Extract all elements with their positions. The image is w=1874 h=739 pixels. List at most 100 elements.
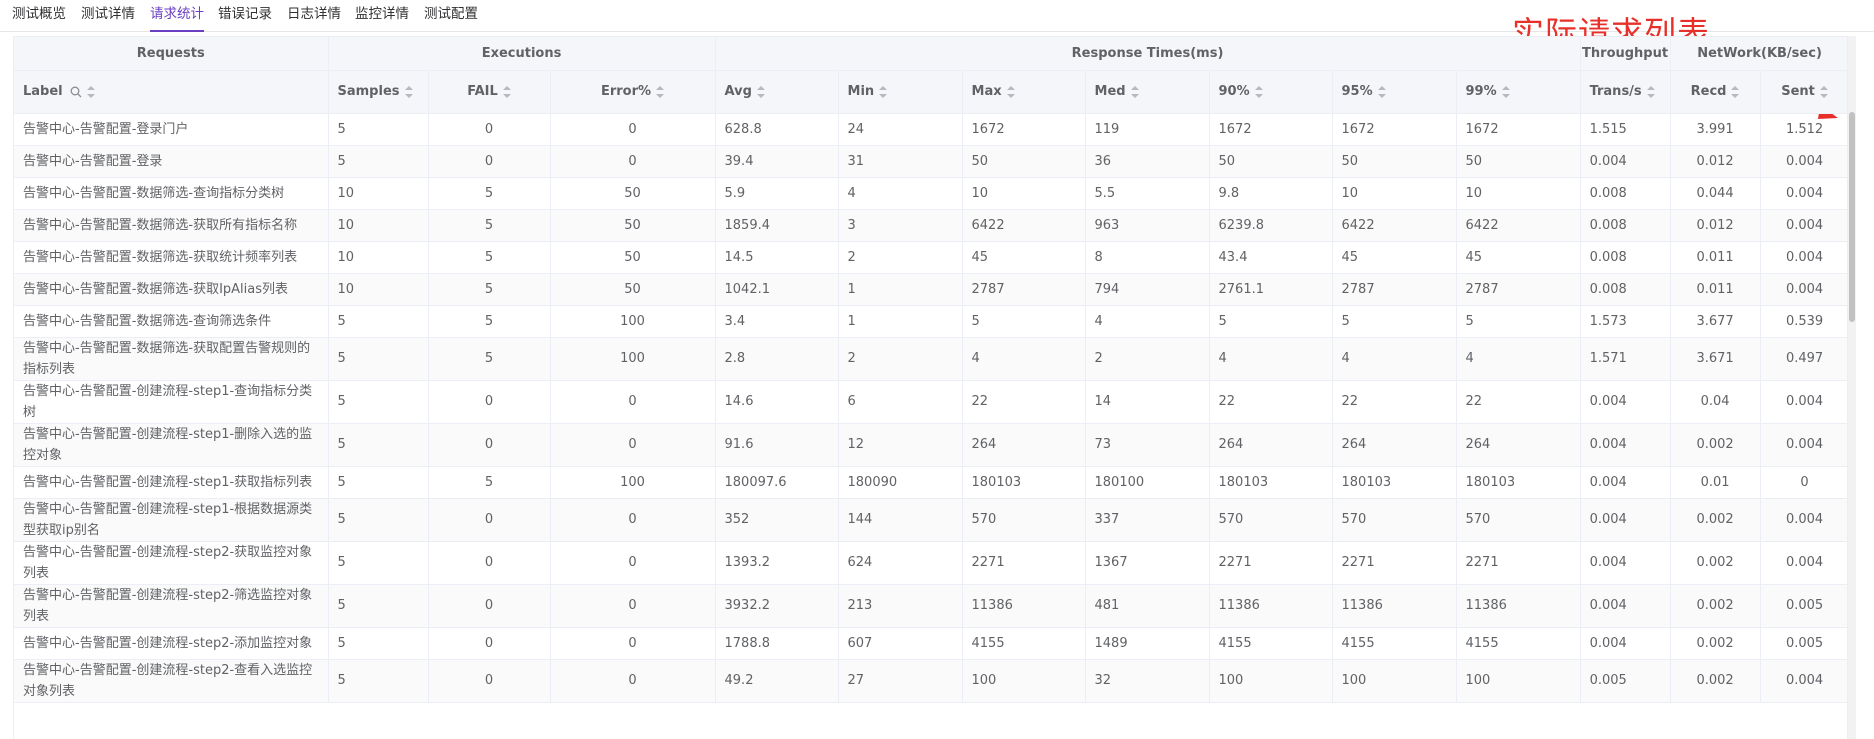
search-icon[interactable] bbox=[70, 86, 82, 98]
cell-med: 8 bbox=[1085, 241, 1210, 274]
table-row[interactable]: 告警中心-告警配置-创建流程-step2-查看入选监控对象列表 5 0 0 49.2 27… bbox=[14, 659, 1847, 703]
cell-p95: 45 bbox=[1332, 241, 1457, 274]
cell-max: 10 bbox=[962, 177, 1086, 210]
column-header-avg[interactable]: Avg bbox=[715, 70, 839, 114]
tab-error-records[interactable]: 错误记录 bbox=[218, 0, 272, 31]
sort-icon[interactable] bbox=[1819, 85, 1828, 98]
tab-monitor-details[interactable]: 监控详情 bbox=[355, 0, 409, 31]
cell-label: 告警中心-告警配置-创建流程-step1-查询指标分类树 bbox=[14, 380, 329, 424]
cell-error: 0 bbox=[550, 145, 716, 178]
table-row[interactable]: 告警中心-告警配置-创建流程-step2-获取监控对象列表 5 0 0 1393.2 62… bbox=[14, 541, 1847, 585]
cell-p99: 6422 bbox=[1456, 209, 1581, 242]
cell-p95: 4155 bbox=[1332, 627, 1457, 660]
vertical-scrollbar[interactable] bbox=[1848, 36, 1856, 739]
column-header-samples[interactable]: Samples bbox=[328, 70, 429, 114]
cell-med: 180100 bbox=[1085, 466, 1210, 499]
tab-test-overview[interactable]: 测试概览 bbox=[12, 0, 66, 31]
cell-recd: 0.01 bbox=[1670, 466, 1761, 499]
sort-icon[interactable] bbox=[1006, 85, 1015, 98]
table-row[interactable]: 告警中心-告警配置-数据筛选-获取IpAlias列表 10 5 50 1042.1 1 27… bbox=[14, 273, 1847, 306]
tab-test-config[interactable]: 测试配置 bbox=[424, 0, 478, 31]
group-header-requests: Requests bbox=[14, 37, 329, 71]
cell-trans: 0.005 bbox=[1580, 659, 1671, 703]
sort-icon[interactable] bbox=[1377, 85, 1386, 98]
cell-recd: 0.012 bbox=[1670, 209, 1761, 242]
cell-min: 27 bbox=[838, 659, 963, 703]
cell-avg: 352 bbox=[715, 498, 839, 542]
sort-icon[interactable] bbox=[502, 85, 511, 98]
cell-label: 告警中心-告警配置-创建流程-step2-查看入选监控对象列表 bbox=[14, 659, 329, 703]
cell-max: 570 bbox=[962, 498, 1086, 542]
column-header-med[interactable]: Med bbox=[1085, 70, 1210, 114]
table-row[interactable]: 告警中心-告警配置-数据筛选-查询筛选条件 5 5 100 3.4 1 5 4 5 5 5 1.573… bbox=[14, 305, 1847, 338]
cell-p99: 4 bbox=[1456, 337, 1581, 381]
sort-icon[interactable] bbox=[404, 85, 413, 98]
cell-p90: 2271 bbox=[1209, 541, 1333, 585]
column-header-p90[interactable]: 90% bbox=[1209, 70, 1333, 114]
tab-test-details[interactable]: 测试详情 bbox=[81, 0, 135, 31]
table-row[interactable]: 告警中心-告警配置-创建流程-step1-查询指标分类树 5 0 0 14.6 6 22 14… bbox=[14, 380, 1847, 424]
cell-error: 50 bbox=[550, 273, 716, 306]
cell-max: 6422 bbox=[962, 209, 1086, 242]
table-row[interactable]: 告警中心-告警配置-数据筛选-获取统计频率列表 10 5 50 14.5 2 45 8 43.4… bbox=[14, 241, 1847, 274]
table-row[interactable]: 告警中心-告警配置-创建流程-step1-根据数据源类型获取ip别名 5 0 0 352… bbox=[14, 498, 1847, 542]
cell-max: 5 bbox=[962, 305, 1086, 338]
column-header-p95[interactable]: 95% bbox=[1332, 70, 1457, 114]
cell-trans: 0.008 bbox=[1580, 273, 1671, 306]
cell-fail: 0 bbox=[428, 423, 551, 467]
table-row[interactable]: 告警中心-告警配置-登录 5 0 0 39.4 31 50 36 50 50 50 0.004 0.01… bbox=[14, 145, 1847, 178]
column-header-min[interactable]: Min bbox=[838, 70, 963, 114]
sort-icon[interactable] bbox=[1130, 85, 1139, 98]
tab-request-stats[interactable]: 请求统计 bbox=[150, 0, 204, 32]
scrollbar-thumb[interactable] bbox=[1849, 112, 1855, 322]
table-row[interactable]: 告警中心-告警配置-数据筛选-查询指标分类树 10 5 50 5.9 4 10 5.5 9.8 1… bbox=[14, 177, 1847, 210]
cell-samples: 5 bbox=[328, 337, 429, 381]
column-header-sent[interactable]: Sent bbox=[1760, 70, 1847, 114]
table-row[interactable]: 告警中心-告警配置-创建流程-step1-获取指标列表 5 5 100 180097.6… bbox=[14, 466, 1847, 499]
cell-fail: 5 bbox=[428, 209, 551, 242]
tab-log-details[interactable]: 日志详情 bbox=[287, 0, 341, 31]
cell-max: 100 bbox=[962, 659, 1086, 703]
column-header-recd[interactable]: Recd bbox=[1670, 70, 1761, 114]
cell-trans: 0.004 bbox=[1580, 541, 1671, 585]
sort-icon[interactable] bbox=[1646, 85, 1655, 98]
column-header-p99[interactable]: 99% bbox=[1456, 70, 1581, 114]
cell-p95: 5 bbox=[1332, 305, 1457, 338]
table-row[interactable]: 告警中心-告警配置-创建流程-step1-删除入选的监控对象 5 0 0 91.6 12 2… bbox=[14, 423, 1847, 467]
column-header-label[interactable]: Label bbox=[14, 70, 329, 114]
cell-p90: 2761.1 bbox=[1209, 273, 1333, 306]
group-header-response-times: Response Times(ms) bbox=[715, 37, 1581, 71]
cell-error: 50 bbox=[550, 177, 716, 210]
sort-icon[interactable] bbox=[1501, 85, 1510, 98]
sort-icon[interactable] bbox=[1254, 85, 1263, 98]
cell-p99: 50 bbox=[1456, 145, 1581, 178]
column-header-trans[interactable]: Trans/s bbox=[1580, 70, 1671, 114]
sort-icon[interactable] bbox=[656, 85, 665, 98]
table-row[interactable]: 告警中心-告警配置-创建流程-step2-添加监控对象 5 0 0 1788.8 607 4… bbox=[14, 627, 1847, 660]
sort-icon[interactable] bbox=[86, 85, 95, 98]
cell-fail: 0 bbox=[428, 380, 551, 424]
cell-avg: 3932.2 bbox=[715, 584, 839, 628]
table-row[interactable]: 告警中心-告警配置-创建流程-step2-筛选监控对象列表 5 0 0 3932.2 21… bbox=[14, 584, 1847, 628]
sort-icon[interactable] bbox=[756, 85, 765, 98]
cell-avg: 3.4 bbox=[715, 305, 839, 338]
cell-p99: 100 bbox=[1456, 659, 1581, 703]
cell-p99: 180103 bbox=[1456, 466, 1581, 499]
column-header-max[interactable]: Max bbox=[962, 70, 1086, 114]
cell-samples: 5 bbox=[328, 113, 429, 146]
table-row[interactable]: 告警中心-告警配置-数据筛选-获取配置告警规则的指标列表 5 5 100 2.8 2 4 2 4… bbox=[14, 337, 1847, 381]
table-body: 告警中心-告警配置-登录门户 5 0 0 628.8 24 1672 119 1672 1672 1… bbox=[14, 113, 1847, 703]
table-row[interactable]: 告警中心-告警配置-登录门户 5 0 0 628.8 24 1672 119 1672 1672 1… bbox=[14, 113, 1847, 146]
table-row[interactable]: 告警中心-告警配置-数据筛选-获取所有指标名称 10 5 50 1859.4 3 6422 9… bbox=[14, 209, 1847, 242]
cell-label: 告警中心-告警配置-数据筛选-获取IpAlias列表 bbox=[14, 273, 329, 306]
cell-p90: 180103 bbox=[1209, 466, 1333, 499]
group-header-executions: Executions bbox=[328, 37, 716, 71]
cell-p99: 2271 bbox=[1456, 541, 1581, 585]
column-header-fail[interactable]: FAIL bbox=[428, 70, 551, 114]
sort-icon[interactable] bbox=[1731, 85, 1740, 98]
cell-samples: 5 bbox=[328, 659, 429, 703]
sort-icon[interactable] bbox=[879, 85, 888, 98]
cell-min: 1 bbox=[838, 305, 963, 338]
cell-med: 32 bbox=[1085, 659, 1210, 703]
column-header-error[interactable]: Error% bbox=[550, 70, 716, 114]
